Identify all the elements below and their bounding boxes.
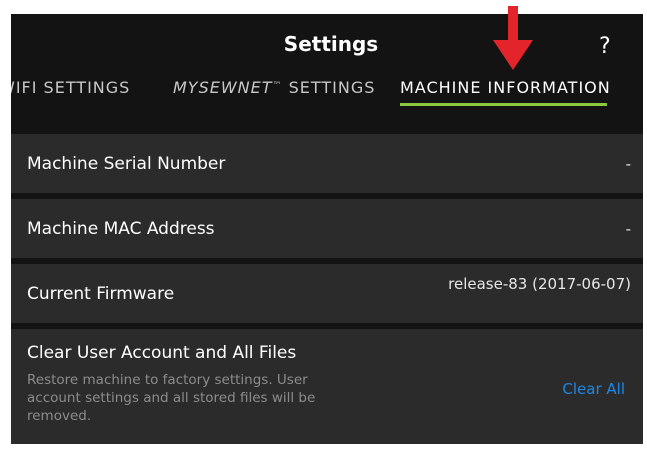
settings-header: Settings ? WIFI SETTINGS MYSEWNET™ SETTI… [11, 14, 643, 130]
tab-wifi-settings[interactable]: WIFI SETTINGS [11, 78, 130, 97]
mysewnet-suffix: SETTINGS [282, 78, 376, 97]
page-title: Settings [283, 32, 379, 56]
tab-mysewnet-settings[interactable]: MYSEWNET™ SETTINGS [173, 78, 375, 97]
trademark-symbol: ™ [272, 81, 283, 91]
clear-account-row: Clear User Account and All Files Restore… [11, 329, 643, 444]
tab-machine-information[interactable]: MACHINE INFORMATION [400, 78, 611, 97]
active-tab-indicator [400, 103, 607, 106]
mac-address-value: - [625, 220, 631, 238]
firmware-value: release-83 (2017-06-07) [448, 275, 631, 293]
mysewnet-brand: MYSEWNET [173, 78, 273, 97]
firmware-row: Current Firmware release-83 (2017-06-07) [11, 264, 643, 323]
serial-number-value: - [625, 155, 631, 173]
serial-number-row: Machine Serial Number - [11, 134, 643, 193]
clear-all-button[interactable]: Clear All [562, 380, 625, 398]
clear-account-description: Restore machine to factory settings. Use… [27, 372, 316, 424]
serial-number-label: Machine Serial Number [27, 154, 226, 174]
settings-screen: Settings ? WIFI SETTINGS MYSEWNET™ SETTI… [11, 14, 643, 444]
annotation-arrow-icon [493, 6, 533, 70]
mac-address-row: Machine MAC Address - [11, 199, 643, 258]
help-button[interactable]: ? [599, 34, 611, 59]
firmware-label: Current Firmware [27, 284, 175, 304]
clear-account-label: Clear User Account and All Files [27, 343, 297, 363]
mac-address-label: Machine MAC Address [27, 219, 215, 239]
